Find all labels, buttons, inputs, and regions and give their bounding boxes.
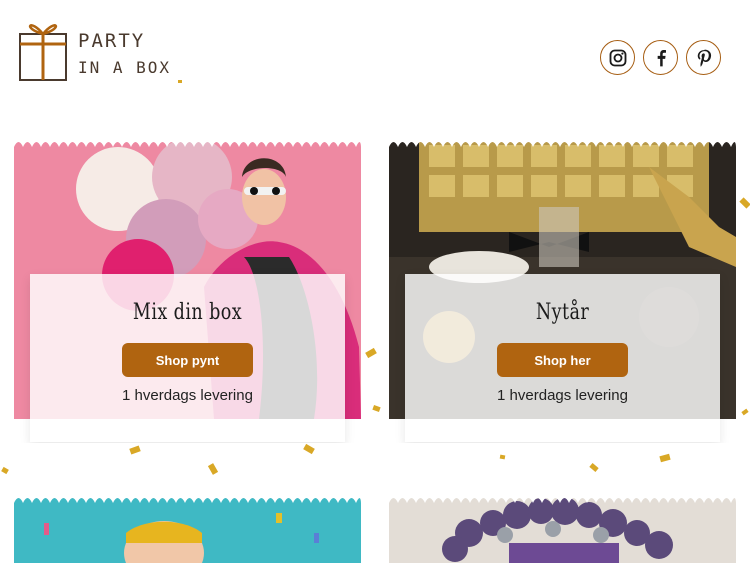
confetti	[372, 404, 381, 413]
card-balloon-arch[interactable]	[389, 493, 736, 563]
shop-her-button[interactable]: Shop her	[497, 343, 628, 377]
scallop-edge	[14, 137, 361, 147]
scallop-edge	[14, 493, 361, 503]
confetti	[589, 463, 599, 472]
instagram-link[interactable]	[600, 40, 635, 75]
confetti	[1, 466, 9, 475]
confetti	[129, 445, 141, 455]
card-panel: Nytår Shop her 1 hverdags levering	[405, 274, 720, 442]
shop-pynt-button[interactable]: Shop pynt	[122, 343, 253, 377]
delivery-text: 1 hverdags levering	[122, 387, 253, 404]
card-mix-din-box[interactable]: Mix din box Shop pynt 1 hverdags leverin…	[14, 137, 361, 443]
logo-text-in-a-box: IN A BOX	[78, 58, 172, 77]
card-nytaar[interactable]: Nytår Shop her 1 hverdags levering	[389, 137, 736, 443]
confetti	[659, 453, 671, 463]
logo[interactable]: PARTY IN A BOX	[18, 14, 169, 84]
logo-text-party: PARTY	[78, 30, 146, 52]
scallop-edge	[389, 137, 736, 147]
kid-party-image	[14, 493, 361, 563]
confetti	[303, 443, 315, 455]
facebook-icon	[657, 49, 666, 66]
delivery-text: 1 hverdags levering	[497, 387, 628, 404]
facebook-link[interactable]	[643, 40, 678, 75]
confetti	[207, 463, 219, 475]
scallop-edge	[389, 493, 736, 503]
card-title: Mix din box	[132, 300, 243, 325]
card-panel: Mix din box Shop pynt 1 hverdags leverin…	[30, 274, 345, 442]
confetti	[365, 347, 377, 359]
pinterest-link[interactable]	[686, 40, 721, 75]
gift-box-icon	[19, 24, 67, 81]
confetti	[499, 454, 506, 460]
balloon-arch-image	[389, 493, 736, 563]
card-title: Nytår	[535, 300, 590, 325]
pinterest-icon	[697, 49, 711, 67]
confetti	[178, 80, 182, 83]
confetti	[739, 197, 750, 209]
confetti	[741, 408, 749, 416]
card-kids-party[interactable]	[14, 493, 361, 563]
instagram-icon	[609, 49, 626, 66]
